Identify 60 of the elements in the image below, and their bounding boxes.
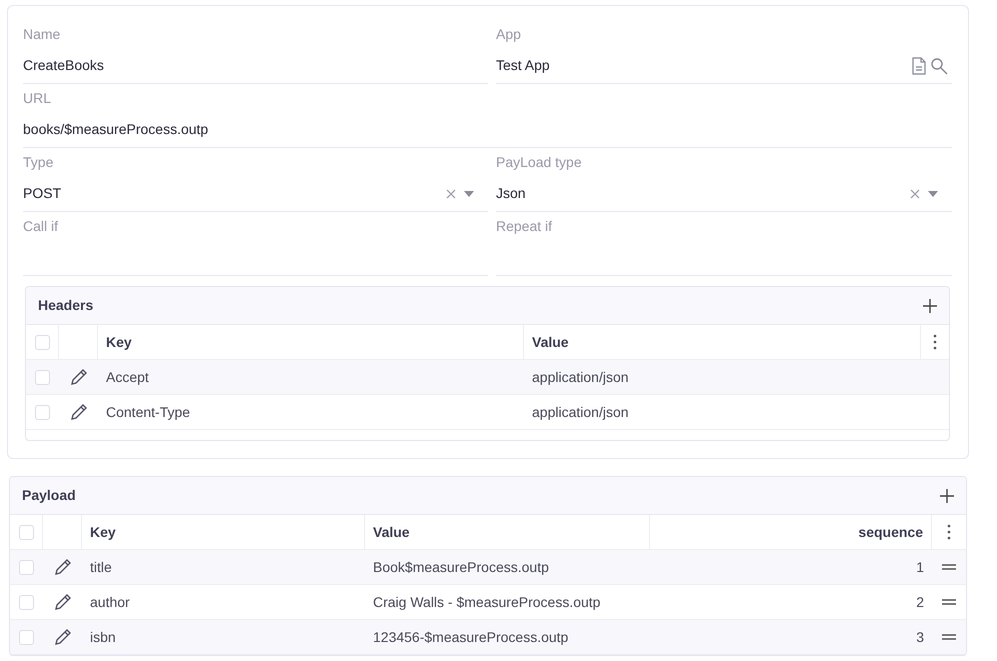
add-icon[interactable] [940, 488, 954, 502]
table-cell-text: Craig Walls - $measureProcess.outp [373, 592, 600, 612]
panel-title: Headers [38, 296, 94, 315]
table-cell-text: author [90, 592, 130, 612]
select-field[interactable]: POST [23, 176, 488, 212]
pencil-icon[interactable] [52, 557, 72, 577]
pencil-icon[interactable] [68, 402, 88, 422]
table-cell-text: application/json [532, 402, 629, 422]
document-icon[interactable] [911, 56, 927, 74]
table-row[interactable]: title Book$measureProcess.outp 1 [10, 550, 966, 585]
table-cell-text: Content-Type [106, 402, 190, 422]
table-cell-text: 123456-$measureProcess.outp [373, 628, 568, 647]
more-icon[interactable] [947, 524, 951, 540]
column-header: Key [90, 522, 116, 542]
clear-icon[interactable] [910, 188, 920, 198]
add-icon[interactable] [923, 298, 937, 312]
table-cell-text: isbn [90, 628, 116, 646]
table-cell-text: 1 [916, 558, 924, 576]
input-field[interactable]: CreateBooks [23, 48, 488, 84]
field-label: Repeat if [496, 217, 554, 236]
column-header: Value [373, 522, 410, 542]
drag-handle-icon[interactable] [942, 634, 956, 640]
field-label: Call if [23, 217, 60, 236]
field-label: Type [23, 153, 54, 172]
field-label: PayLoad type [496, 153, 583, 172]
checkbox[interactable] [19, 560, 34, 574]
table-cell-text: 2 [916, 592, 924, 612]
more-icon[interactable] [933, 334, 937, 350]
table-cell-text: application/json [532, 368, 629, 387]
column-header: Value [532, 332, 569, 352]
panel-title: Payload [22, 486, 77, 505]
select-field[interactable]: Json [496, 176, 952, 212]
search-icon[interactable] [930, 56, 948, 74]
dropdown-caret-icon[interactable] [928, 190, 938, 196]
table-row[interactable]: Accept application/json [26, 360, 949, 395]
pencil-icon[interactable] [52, 627, 72, 647]
table-row[interactable]: isbn 123456-$measureProcess.outp 3 [10, 620, 966, 655]
table-cell-text: Accept [106, 368, 149, 387]
pencil-icon[interactable] [68, 367, 88, 387]
drag-handle-icon[interactable] [942, 599, 956, 605]
pencil-icon[interactable] [52, 592, 72, 612]
checkbox[interactable] [35, 370, 50, 384]
field-label: Name [23, 25, 62, 44]
column-header: Key [106, 332, 132, 352]
checkbox[interactable] [19, 630, 34, 644]
table-cell-text: Book$measureProcess.outp [373, 558, 549, 577]
dropdown-caret-icon[interactable] [464, 190, 474, 196]
checkbox[interactable] [35, 404, 50, 420]
checkbox[interactable] [34, 334, 50, 350]
field-label: URL [23, 89, 52, 108]
input-field[interactable]: books/$measureProcess.outp [23, 112, 952, 148]
clear-icon[interactable] [446, 188, 456, 198]
drag-handle-icon[interactable] [942, 564, 956, 570]
checkbox[interactable] [18, 524, 34, 540]
field-label: App [496, 25, 522, 44]
column-header: sequence [858, 522, 923, 542]
checkbox[interactable] [19, 594, 34, 610]
table-cell-text: 3 [916, 628, 924, 646]
table-cell-text: title [90, 558, 112, 576]
input-field[interactable]: Test App [496, 48, 952, 84]
